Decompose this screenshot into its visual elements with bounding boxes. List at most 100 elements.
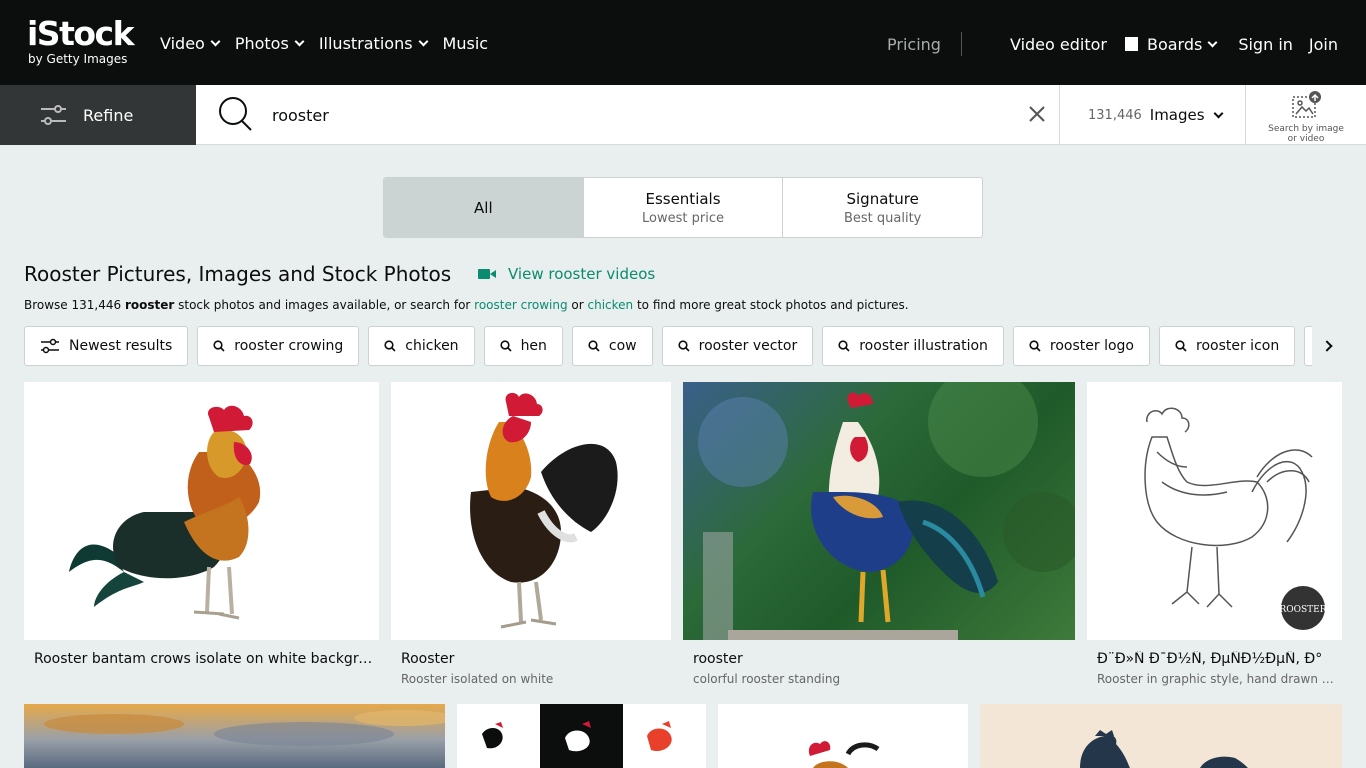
- pricing-link[interactable]: Pricing: [887, 35, 941, 54]
- view-videos-link[interactable]: View rooster videos: [478, 265, 655, 283]
- view-videos-label: View rooster videos: [508, 265, 656, 283]
- chevron-down-icon: [210, 36, 221, 46]
- collection-essentials-label: Essentials: [645, 189, 721, 208]
- chevron-right-icon: [1321, 340, 1333, 352]
- refine-button[interactable]: Refine: [0, 85, 196, 145]
- search-icon: [213, 340, 225, 352]
- collection-toggle: All Essentials Lowest price Signature Be…: [383, 177, 983, 238]
- boards-icon: [1124, 37, 1141, 53]
- image-tile[interactable]: [24, 382, 379, 640]
- search-by-image-label-2: or video: [1287, 134, 1325, 144]
- sign-in-link[interactable]: Sign in: [1238, 35, 1293, 54]
- chip-label: rooster icon: [1196, 338, 1280, 354]
- related-chip[interactable]: rooster icon: [1159, 326, 1296, 366]
- collection-all-label: All: [474, 198, 493, 217]
- related-chip[interactable]: chicken: [368, 326, 475, 366]
- image-subtitle: Rooster in graphic style, hand drawn ill…: [1097, 672, 1337, 686]
- video-editor-link[interactable]: Video editor: [1010, 35, 1107, 54]
- browse-description: Browse 131,446 rooster stock photos and …: [24, 298, 909, 312]
- media-type-select[interactable]: 131,446 Images: [1059, 85, 1246, 145]
- search-by-image-button[interactable]: Search by image or video: [1245, 85, 1366, 145]
- image-tile[interactable]: [683, 382, 1075, 640]
- rooster-photo: [69, 405, 261, 620]
- related-chip[interactable]: [1304, 326, 1312, 366]
- related-chip[interactable]: rooster illustration: [822, 326, 1004, 366]
- related-search-link[interactable]: rooster crowing: [474, 298, 567, 312]
- chevron-down-icon: [294, 36, 305, 46]
- collection-signature[interactable]: Signature Best quality: [782, 178, 982, 237]
- browse-text: or: [567, 298, 588, 312]
- search-icon[interactable]: [218, 96, 254, 134]
- image-tile[interactable]: [718, 704, 968, 768]
- image-title[interactable]: rooster: [693, 651, 1063, 667]
- image-tile[interactable]: [457, 704, 706, 768]
- result-count: 131,446: [1088, 107, 1142, 123]
- chip-label: hen: [520, 338, 547, 354]
- image-subtitle: colorful rooster standing: [693, 672, 841, 686]
- chevron-down-icon: [1207, 37, 1218, 47]
- chip-label: rooster crowing: [234, 338, 344, 354]
- istock-logo[interactable]: iStock by Getty Images: [27, 16, 139, 70]
- search-input[interactable]: [272, 103, 972, 127]
- image-upload-icon: [1292, 91, 1321, 118]
- main-menu: Video Photos Illustrations Music: [160, 32, 504, 54]
- join-link[interactable]: Join: [1309, 35, 1338, 54]
- chip-label: rooster logo: [1049, 338, 1134, 354]
- nav-music-label: Music: [442, 33, 489, 53]
- sunrise-photo: [44, 710, 445, 746]
- browse-text: stock photos and images available, or se…: [174, 298, 475, 312]
- search-icon: [1029, 340, 1041, 352]
- image-tile[interactable]: [391, 382, 671, 640]
- chip-label: rooster vector: [698, 338, 798, 354]
- image-tile[interactable]: ROOSTER: [1087, 382, 1342, 640]
- chip-label: Newest results: [69, 338, 173, 354]
- browse-text: to find more great stock photos and pict…: [633, 298, 909, 312]
- image-title[interactable]: Ð¨Ð»Ñ Ð¯Ð½Ñ, ÐµÑÐ½ÐµÑ, Ð°: [1097, 651, 1337, 667]
- search-icon: [499, 340, 512, 352]
- boards-label: Boards: [1146, 34, 1203, 54]
- chip-label: cow: [608, 338, 637, 354]
- rooster-photo: [470, 392, 618, 629]
- image-title[interactable]: Rooster: [401, 651, 661, 667]
- browse-term: rooster: [124, 298, 175, 312]
- nav-music[interactable]: Music: [443, 32, 489, 54]
- chevron-down-icon: [1213, 108, 1224, 118]
- media-type-label: Images: [1149, 106, 1205, 124]
- filter-sliders-icon: [41, 105, 66, 125]
- page-title: Rooster Pictures, Images and Stock Photo…: [24, 262, 452, 286]
- collection-all[interactable]: All: [384, 178, 583, 237]
- chip-label: chicken: [405, 338, 459, 354]
- rooster-illustration: ROOSTER: [1144, 407, 1327, 630]
- search-bar: Refine 131,446 Images Search by image or…: [0, 85, 1366, 145]
- image-tile[interactable]: [24, 704, 445, 768]
- related-chip[interactable]: rooster logo: [1012, 326, 1150, 366]
- nav-photos-label: Photos: [234, 33, 289, 53]
- related-chip[interactable]: rooster vector: [661, 326, 814, 366]
- image-title[interactable]: Rooster bantam crows isolate on white ba…: [34, 651, 374, 667]
- filter-sliders-icon: [41, 338, 59, 354]
- close-icon[interactable]: [1028, 105, 1046, 123]
- rooster-photo: [698, 382, 1075, 640]
- video-camera-icon: [478, 269, 496, 279]
- collection-signature-sub: Best quality: [843, 210, 922, 226]
- nav-video[interactable]: Video: [160, 32, 221, 54]
- search-icon: [838, 340, 850, 352]
- related-chip[interactable]: rooster crowing: [197, 326, 360, 366]
- chips-scroll-right-button[interactable]: [1312, 326, 1342, 366]
- search-icon: [678, 340, 690, 352]
- related-searches: Newest results rooster crowing chicken h…: [24, 326, 1312, 366]
- account-menu: Pricing Video editor Boards Sign in Join: [887, 32, 1338, 56]
- rooster-illustration: [1080, 730, 1248, 768]
- nav-video-label: Video: [160, 33, 205, 53]
- related-search-link[interactable]: chicken: [587, 298, 633, 312]
- related-chip[interactable]: cow: [571, 326, 653, 366]
- boards-menu[interactable]: Boards: [1124, 34, 1218, 54]
- logo-subtitle: by Getty Images: [28, 52, 128, 66]
- rooster-badge-text: ROOSTER: [1279, 605, 1326, 615]
- nav-illustrations[interactable]: Illustrations: [319, 32, 428, 54]
- related-chip[interactable]: hen: [483, 326, 563, 366]
- sort-newest-chip[interactable]: Newest results: [24, 326, 189, 366]
- image-tile[interactable]: [980, 704, 1342, 768]
- nav-photos[interactable]: Photos: [234, 32, 305, 54]
- collection-essentials[interactable]: Essentials Lowest price: [582, 178, 783, 237]
